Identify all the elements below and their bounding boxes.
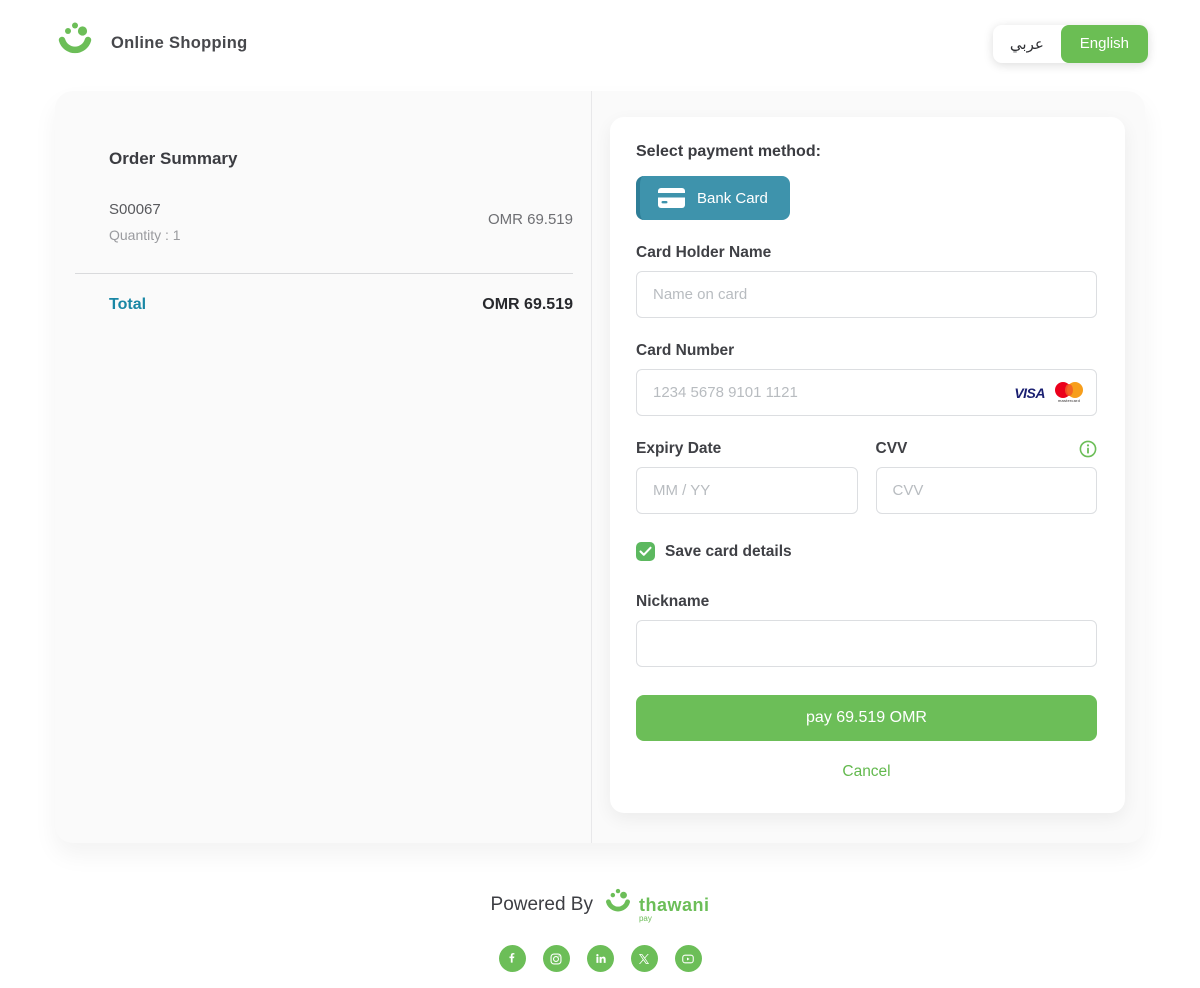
payment-card: Select payment method: Bank Card Card Ho… <box>610 117 1125 813</box>
bank-card-method-button[interactable]: Bank Card <box>636 176 790 220</box>
cancel-button[interactable]: Cancel <box>842 763 890 781</box>
powered-by-row: Powered By thawani pay <box>0 887 1200 923</box>
page-footer: Powered By thawani pay <box>0 887 1200 988</box>
powered-by-text: Powered By <box>491 894 593 916</box>
pay-button[interactable]: pay 69.519 OMR <box>636 695 1097 741</box>
checkout-panel: Order Summary S00067 Quantity : 1 OMR 69… <box>55 91 1145 843</box>
language-english-button[interactable]: English <box>1061 25 1148 63</box>
cvv-info-icon[interactable] <box>1079 440 1097 458</box>
save-card-row: Save card details <box>636 542 1097 561</box>
order-item-amount: OMR 69.519 <box>488 201 573 243</box>
youtube-icon[interactable] <box>675 945 702 972</box>
save-card-checkbox[interactable] <box>636 542 655 561</box>
card-holder-name-label: Card Holder Name <box>636 244 1097 262</box>
order-summary-divider <box>75 273 573 274</box>
expiry-column: Expiry Date <box>636 416 858 514</box>
brand: Online Shopping <box>55 20 247 67</box>
thawani-pay-sub: pay <box>639 915 710 923</box>
cvv-input[interactable] <box>876 467 1098 514</box>
thawani-smiley-logo-icon <box>55 20 95 67</box>
credit-card-icon <box>658 188 685 208</box>
language-arabic-button[interactable]: عربي <box>993 25 1061 63</box>
thawani-wordmark: thawani <box>639 896 710 914</box>
payment-section: Select payment method: Bank Card Card Ho… <box>592 91 1145 843</box>
x-twitter-icon[interactable] <box>631 945 658 972</box>
order-item-id: S00067 <box>109 201 181 218</box>
cvv-column: CVV <box>876 416 1098 514</box>
card-number-field: VISA mastercard <box>636 369 1097 416</box>
card-number-label: Card Number <box>636 342 1097 360</box>
card-holder-name-input[interactable] <box>636 271 1097 318</box>
card-brand-logos: VISA mastercard <box>1014 369 1083 416</box>
order-item-row: S00067 Quantity : 1 OMR 69.519 <box>109 201 573 243</box>
social-links <box>0 945 1200 972</box>
page-header: Online Shopping عربي English <box>0 0 1200 85</box>
visa-icon: VISA <box>1014 385 1045 401</box>
brand-title: Online Shopping <box>111 34 247 53</box>
language-toggle: عربي English <box>993 25 1148 63</box>
bank-card-button-label: Bank Card <box>697 190 768 207</box>
expiry-date-label: Expiry Date <box>636 440 858 458</box>
select-payment-method-label: Select payment method: <box>636 143 1097 161</box>
thawani-pay-logo: thawani pay <box>603 887 710 923</box>
instagram-icon[interactable] <box>543 945 570 972</box>
expiry-date-input[interactable] <box>636 467 858 514</box>
order-total-row: Total OMR 69.519 <box>109 296 573 314</box>
nickname-label: Nickname <box>636 593 1097 611</box>
order-item-quantity: Quantity : 1 <box>109 227 181 243</box>
mastercard-icon: mastercard <box>1055 382 1083 403</box>
order-total-amount: OMR 69.519 <box>482 296 573 314</box>
thawani-smiley-footer-icon <box>603 887 633 923</box>
linkedin-icon[interactable] <box>587 945 614 972</box>
order-summary-title: Order Summary <box>109 149 573 169</box>
cvv-label: CVV <box>876 440 908 458</box>
save-card-label: Save card details <box>665 543 792 561</box>
facebook-icon[interactable] <box>499 945 526 972</box>
nickname-input[interactable] <box>636 620 1097 667</box>
order-summary-section: Order Summary S00067 Quantity : 1 OMR 69… <box>55 91 592 843</box>
order-total-label: Total <box>109 296 146 314</box>
